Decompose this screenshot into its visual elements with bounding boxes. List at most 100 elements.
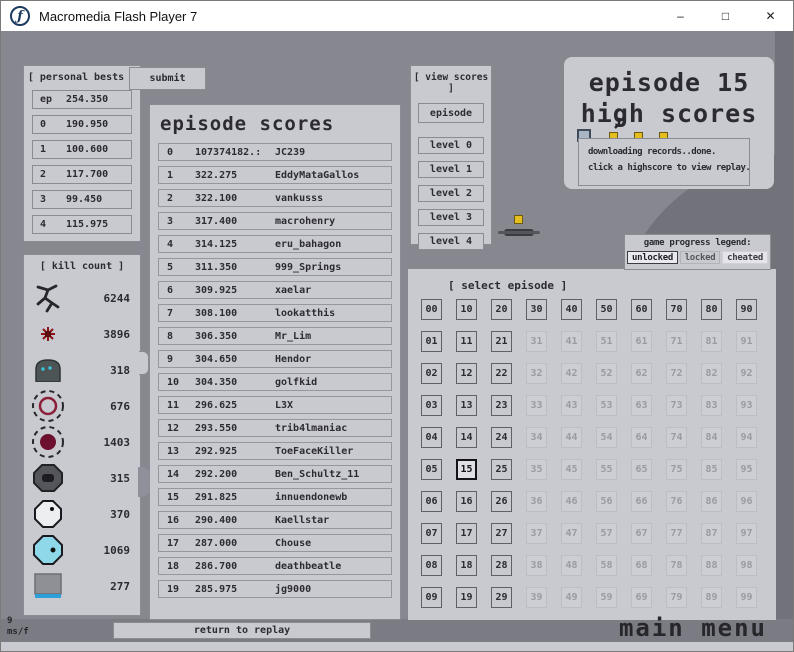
episode-cell-90[interactable]: 90 [736, 299, 757, 320]
episode-cell-70[interactable]: 70 [666, 299, 687, 320]
submit-button[interactable]: submit [129, 67, 206, 90]
highscore-row[interactable]: 13 292.925 ToeFaceKiller [158, 442, 392, 460]
episode-cell-50[interactable]: 50 [596, 299, 617, 320]
highscore-row[interactable]: 12 293.550 trib4lmaniac [158, 419, 392, 437]
highscore-row[interactable]: 16 290.400 Kaellstar [158, 511, 392, 529]
panel-tab-decoration [139, 351, 149, 375]
personal-best-row[interactable]: ep 254.350 [32, 90, 132, 109]
episode-cell-96: 96 [736, 491, 757, 512]
highscore-row[interactable]: 1 322.275 EddyMataGallos [158, 166, 392, 184]
highscore-row[interactable]: 14 292.200 Ben_Schultz_11 [158, 465, 392, 483]
highscore-row[interactable]: 11 296.625 L3X [158, 396, 392, 414]
highscore-row[interactable]: 19 285.975 jg9000 [158, 580, 392, 598]
highscore-row[interactable]: 8 306.350 Mr_Lim [158, 327, 392, 345]
highscore-row[interactable]: 9 304.650 Hendor [158, 350, 392, 368]
main-menu-button[interactable]: main menu [619, 614, 767, 642]
legend-chip-locked[interactable]: locked [679, 251, 721, 264]
highscore-row[interactable]: 3 317.400 macrohenry [158, 212, 392, 230]
episode-cell-23[interactable]: 23 [491, 395, 512, 416]
episode-cell-87: 87 [701, 523, 722, 544]
episode-cell-02[interactable]: 02 [421, 363, 442, 384]
highscore-row[interactable]: 10 304.350 golfkid [158, 373, 392, 391]
episode-cell-21[interactable]: 21 [491, 331, 512, 352]
episode-cell-22[interactable]: 22 [491, 363, 512, 384]
highscore-rank: 1 [167, 169, 174, 181]
maximize-icon[interactable]: □ [703, 1, 748, 31]
episode-cell-80[interactable]: 80 [701, 299, 722, 320]
episode-cell-07[interactable]: 07 [421, 523, 442, 544]
minimize-icon[interactable]: – [658, 1, 703, 31]
view-level-0-button[interactable]: level 0 [418, 137, 484, 154]
episode-cell-24[interactable]: 24 [491, 427, 512, 448]
return-to-replay-button[interactable]: return to replay [113, 622, 371, 639]
episode-cell-10[interactable]: 10 [456, 299, 477, 320]
highscore-name: EddyMataGallos [275, 169, 360, 181]
episode-cell-27[interactable]: 27 [491, 523, 512, 544]
episode-cell-14[interactable]: 14 [456, 427, 477, 448]
personal-best-row[interactable]: 3 99.450 [32, 190, 132, 209]
highscore-rank: 6 [167, 284, 174, 296]
legend-chip-cheated[interactable]: cheated [722, 251, 768, 264]
highscore-row[interactable]: 7 308.100 lookatthis [158, 304, 392, 322]
highscore-score: 296.625 [195, 399, 238, 411]
episode-cell-78: 78 [666, 555, 687, 576]
highscore-row[interactable]: 0 107374182.: JC239 [158, 143, 392, 161]
episode-cell-08[interactable]: 08 [421, 555, 442, 576]
episode-cell-04[interactable]: 04 [421, 427, 442, 448]
episode-scores-rows: 0 107374182.: JC239 1 322.275 EddyMataGallos 2… [158, 143, 392, 603]
close-icon[interactable]: ✕ [748, 1, 793, 31]
kill-count-value: 370 [110, 507, 130, 521]
episode-cell-26[interactable]: 26 [491, 491, 512, 512]
episode-cell-46: 46 [561, 491, 582, 512]
episode-cell-16[interactable]: 16 [456, 491, 477, 512]
episode-cell-29[interactable]: 29 [491, 587, 512, 608]
episode-cell-19[interactable]: 19 [456, 587, 477, 608]
episode-cell-00[interactable]: 00 [421, 299, 442, 320]
highscore-row[interactable]: 5 311.350 999_Springs [158, 258, 392, 276]
episode-cell-20[interactable]: 20 [491, 299, 512, 320]
legend-chip-unlocked[interactable]: unlocked [627, 251, 678, 264]
episode-cell-05[interactable]: 05 [421, 459, 442, 480]
episode-cell-13[interactable]: 13 [456, 395, 477, 416]
window-titlebar: ƒ Macromedia Flash Player 7 – □ ✕ [1, 1, 793, 31]
kill-count-row: 1069 [24, 532, 140, 568]
view-level-3-button[interactable]: level 3 [418, 209, 484, 226]
view-level-4-button[interactable]: level 4 [418, 233, 484, 250]
personal-best-row[interactable]: 4 115.975 [32, 215, 132, 234]
view-episode-button[interactable]: episode [418, 103, 484, 123]
episode-scores-panel: episode scores 0 107374182.: JC239 1 322.275… [149, 104, 401, 620]
episode-cell-11[interactable]: 11 [456, 331, 477, 352]
episode-cell-60[interactable]: 60 [631, 299, 652, 320]
launchpad-icon [498, 229, 540, 236]
episode-cell-40[interactable]: 40 [561, 299, 582, 320]
highscore-row[interactable]: 6 309.925 xaelar [158, 281, 392, 299]
highscore-row[interactable]: 2 322.100 vankusss [158, 189, 392, 207]
episode-cell-15[interactable]: 15 [456, 459, 477, 480]
episode-cell-01[interactable]: 01 [421, 331, 442, 352]
episode-cell-73: 73 [666, 395, 687, 416]
personal-best-row[interactable]: 1 100.600 [32, 140, 132, 159]
highscore-rank: 17 [167, 537, 180, 549]
episode-cell-12[interactable]: 12 [456, 363, 477, 384]
highscore-row[interactable]: 17 287.000 Chouse [158, 534, 392, 552]
episode-cell-17[interactable]: 17 [456, 523, 477, 544]
episode-cell-82: 82 [701, 363, 722, 384]
episode-cell-06[interactable]: 06 [421, 491, 442, 512]
highscore-row[interactable]: 4 314.125 eru_bahagon [158, 235, 392, 253]
episode-cell-25[interactable]: 25 [491, 459, 512, 480]
episode-cell-09[interactable]: 09 [421, 587, 442, 608]
highscore-row[interactable]: 18 286.700 deathbeatle [158, 557, 392, 575]
episode-cell-30[interactable]: 30 [526, 299, 547, 320]
episode-cell-55: 55 [596, 459, 617, 480]
personal-best-row[interactable]: 0 190.950 [32, 115, 132, 134]
highscore-name: Ben_Schultz_11 [275, 468, 360, 480]
personal-best-row[interactable]: 2 117.700 [32, 165, 132, 184]
highscore-row[interactable]: 15 291.825 innuendonewb [158, 488, 392, 506]
episode-cell-48: 48 [561, 555, 582, 576]
episode-cell-18[interactable]: 18 [456, 555, 477, 576]
episode-cell-57: 57 [596, 523, 617, 544]
view-level-1-button[interactable]: level 1 [418, 161, 484, 178]
episode-cell-28[interactable]: 28 [491, 555, 512, 576]
episode-cell-03[interactable]: 03 [421, 395, 442, 416]
view-level-2-button[interactable]: level 2 [418, 185, 484, 202]
